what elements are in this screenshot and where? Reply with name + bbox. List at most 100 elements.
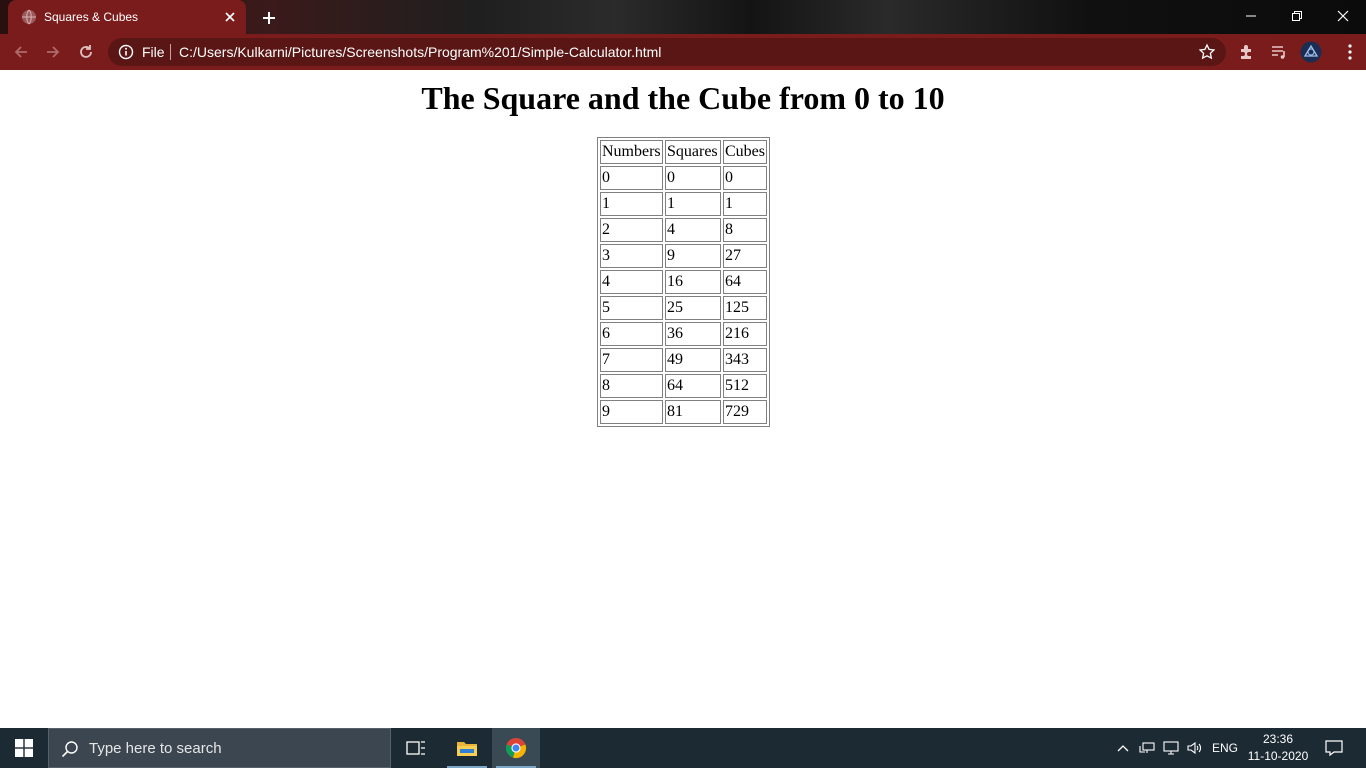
table-row: 9 81 729 <box>600 400 767 424</box>
network-icon <box>1139 742 1155 753</box>
cube-cell: 27 <box>723 244 767 268</box>
browser-toolbar: File C:/Users/Kulkarni/Pictures/Screensh… <box>0 34 1366 70</box>
show-hidden-icons-button[interactable] <box>1112 728 1134 768</box>
info-icon[interactable] <box>118 44 134 60</box>
network-status-button[interactable] <box>1136 728 1158 768</box>
cube-cell: 125 <box>723 296 767 320</box>
language-indicator[interactable]: ENG <box>1208 728 1242 768</box>
table-header-row: Numbers Squares Cubes <box>600 140 767 164</box>
new-tab-icon[interactable] <box>258 7 280 29</box>
table-row: 8 64 512 <box>600 374 767 398</box>
monitor-icon <box>1163 741 1179 755</box>
column-header-cubes: Cubes <box>723 140 767 164</box>
browser-tab[interactable]: Squares & Cubes <box>8 0 246 34</box>
cube-cell: 1 <box>723 192 767 216</box>
puzzle-icon <box>1241 45 1251 59</box>
minimize-button[interactable] <box>1228 0 1274 32</box>
playlist-icon <box>1272 46 1285 59</box>
square-cell: 9 <box>665 244 721 268</box>
cube-cell: 216 <box>723 322 767 346</box>
cube-cell: 64 <box>723 270 767 294</box>
square-cell: 49 <box>665 348 721 372</box>
windows-logo-icon <box>15 739 33 757</box>
column-header-numbers: Numbers <box>600 140 663 164</box>
table-row: 0 0 0 <box>600 166 767 190</box>
table-row: 4 16 64 <box>600 270 767 294</box>
chrome-icon <box>505 738 527 759</box>
chevron-up-icon <box>1117 745 1129 752</box>
number-cell: 1 <box>600 192 663 216</box>
taskbar-search-box[interactable]: Type here to search <box>48 728 391 768</box>
square-cell: 25 <box>665 296 721 320</box>
cube-cell: 0 <box>723 166 767 190</box>
address-divider <box>170 44 171 60</box>
cube-cell: 343 <box>723 348 767 372</box>
table-row: 1 1 1 <box>600 192 767 216</box>
forward-button[interactable] <box>42 41 64 63</box>
square-cell: 0 <box>665 166 721 190</box>
arrow-left-icon <box>14 46 27 58</box>
media-control-button[interactable] <box>1268 41 1290 63</box>
number-cell: 6 <box>600 322 663 346</box>
reload-icon <box>80 45 92 58</box>
volume-button[interactable] <box>1184 728 1206 768</box>
square-cell: 64 <box>665 374 721 398</box>
square-cell: 81 <box>665 400 721 424</box>
profile-avatar[interactable] <box>1300 41 1322 63</box>
task-view-icon <box>406 741 425 755</box>
square-cell: 36 <box>665 322 721 346</box>
table-row: 6 36 216 <box>600 322 767 346</box>
url-text[interactable]: C:/Users/Kulkarni/Pictures/Screenshots/P… <box>179 44 661 60</box>
clock-date: 11-10-2020 <box>1247 749 1309 763</box>
table-row: 2 4 8 <box>600 218 767 242</box>
close-icon <box>1337 10 1349 22</box>
extensions-button[interactable] <box>1236 41 1258 63</box>
square-cell: 1 <box>665 192 721 216</box>
file-explorer-button[interactable] <box>443 728 491 768</box>
close-tab-icon[interactable] <box>222 9 238 25</box>
globe-icon <box>22 9 36 25</box>
number-cell: 0 <box>600 166 663 190</box>
clock-time: 23:36 <box>1262 732 1294 746</box>
cube-cell: 729 <box>723 400 767 424</box>
start-button[interactable] <box>0 728 48 768</box>
speaker-icon <box>1187 741 1202 755</box>
search-icon <box>61 741 78 758</box>
number-cell: 3 <box>600 244 663 268</box>
restore-icon <box>1292 11 1302 21</box>
square-cell: 4 <box>665 218 721 242</box>
search-placeholder: Type here to search <box>89 740 222 757</box>
arrow-right-icon <box>47 46 60 58</box>
close-window-button[interactable] <box>1320 0 1366 32</box>
number-cell: 8 <box>600 374 663 398</box>
table-row: 5 25 125 <box>600 296 767 320</box>
number-cell: 9 <box>600 400 663 424</box>
folder-icon <box>457 742 477 756</box>
chrome-taskbar-button[interactable] <box>492 728 540 768</box>
avatar-icon <box>1300 41 1322 63</box>
table-row: 7 49 343 <box>600 348 767 372</box>
scheme-label: File <box>142 44 165 60</box>
minimize-icon <box>1246 15 1256 17</box>
notification-icon <box>1325 740 1343 757</box>
squares-cubes-table: Numbers Squares Cubes 0 0 0 1 1 1 2 4 8 <box>597 137 770 427</box>
kebab-menu-icon[interactable] <box>1340 40 1360 64</box>
system-clock[interactable]: 23:36 11-10-2020 <box>1244 731 1312 765</box>
browser-titlebar: Squares & Cubes <box>0 0 1366 34</box>
tab-title: Squares & Cubes <box>44 10 139 24</box>
column-header-squares: Squares <box>665 140 721 164</box>
square-cell: 16 <box>665 270 721 294</box>
restore-button[interactable] <box>1274 0 1320 32</box>
taskbar: Type here to search ENG 23:36 11-10-2020 <box>0 728 1366 768</box>
table-row: 3 9 27 <box>600 244 767 268</box>
reload-button[interactable] <box>75 41 97 63</box>
cube-cell: 8 <box>723 218 767 242</box>
star-icon[interactable] <box>1198 43 1216 61</box>
task-view-button[interactable] <box>392 728 440 768</box>
cube-cell: 512 <box>723 374 767 398</box>
display-status-button[interactable] <box>1160 728 1182 768</box>
back-button[interactable] <box>10 41 32 63</box>
address-bar[interactable]: File C:/Users/Kulkarni/Pictures/Screensh… <box>108 38 1226 66</box>
number-cell: 4 <box>600 270 663 294</box>
action-center-button[interactable] <box>1318 728 1350 768</box>
